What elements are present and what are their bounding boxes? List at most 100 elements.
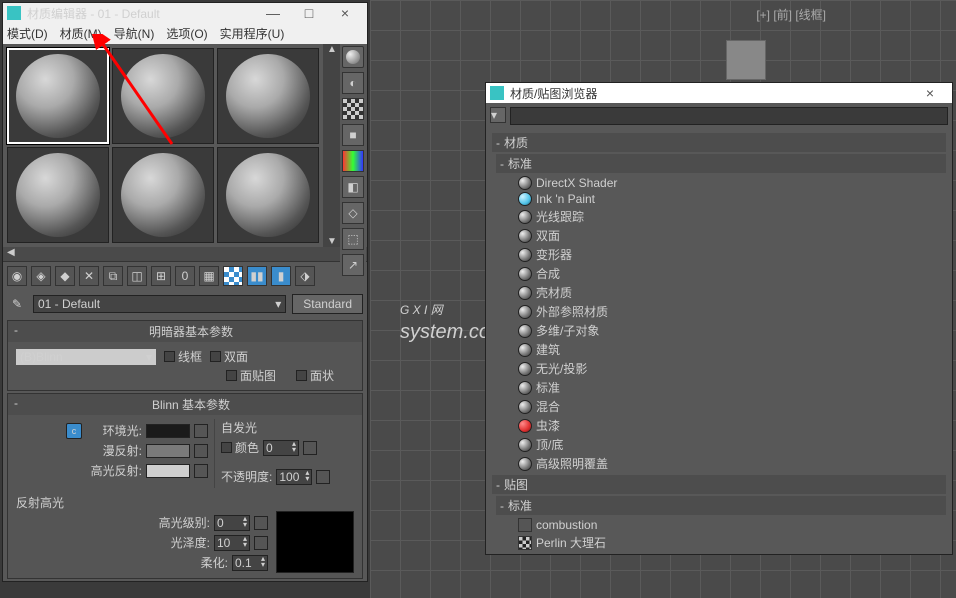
self-illum-spinner[interactable]: 0▴▾ (263, 440, 299, 456)
material-item-inknpaint[interactable]: Ink 'n Paint (500, 191, 946, 207)
soften-spinner[interactable]: 0.1▴▾ (232, 555, 268, 571)
sample-slot-1[interactable] (7, 48, 109, 144)
lock-icon[interactable]: c (66, 423, 82, 439)
sample-scroll-vertical[interactable]: ▲ ▼ (323, 44, 341, 247)
sample-slot-5[interactable] (112, 147, 214, 243)
select-by-material-button[interactable]: ⬚ (342, 228, 364, 250)
menu-options[interactable]: 选项(O) (166, 25, 207, 42)
material-item-advlighting[interactable]: 高级照明覆盖 (500, 454, 946, 473)
scroll-up-icon[interactable]: ▲ (323, 44, 341, 55)
material-item-xref[interactable]: 外部参照材质 (500, 302, 946, 321)
material-item-multisub[interactable]: 多维/子对象 (500, 321, 946, 340)
material-id-button[interactable]: 0 (175, 266, 195, 286)
material-item-architectural[interactable]: 建筑 (500, 340, 946, 359)
go-forward-button[interactable]: ▮ (271, 266, 291, 286)
material-editor-titlebar[interactable]: 材质编辑器 - 01 - Default — □ × (3, 3, 367, 23)
map-item-combustion[interactable]: combustion (500, 517, 946, 533)
material-item-morpher[interactable]: 变形器 (500, 245, 946, 264)
search-input[interactable] (510, 107, 948, 125)
glossiness-map-button[interactable] (254, 536, 268, 550)
specular-level-map-button[interactable] (254, 516, 268, 530)
menu-material[interactable]: 材质(M) (60, 25, 102, 42)
material-name-dropdown[interactable]: 01 - Default ▾ (33, 295, 286, 313)
wireframe-checkbox[interactable]: 线框 (164, 348, 202, 365)
face-map-checkbox[interactable]: 面贴图 (226, 367, 276, 384)
view-cube[interactable] (726, 40, 766, 80)
material-item-matteshadow[interactable]: 无光/投影 (500, 359, 946, 378)
make-unique-button[interactable]: ◫ (127, 266, 147, 286)
rollout-header[interactable]: - Blinn 基本参数 (8, 394, 362, 415)
menu-mode[interactable]: 模式(D) (7, 25, 48, 42)
material-item-shell[interactable]: 壳材质 (500, 283, 946, 302)
faceted-checkbox[interactable]: 面状 (296, 367, 334, 384)
material-item-directx[interactable]: DirectX Shader (500, 175, 946, 191)
two-sided-checkbox[interactable]: 双面 (210, 348, 248, 365)
backlight-button[interactable]: ◐ (342, 72, 364, 94)
standard-materials-header[interactable]: -标准 (496, 154, 946, 173)
sphere-icon (16, 153, 100, 237)
menubar: 模式(D) 材质(M) 导航(N) 选项(O) 实用程序(U) (3, 23, 367, 44)
self-illum-color-checkbox[interactable]: 颜色 (221, 439, 259, 456)
opacity-spinner[interactable]: 100▴▾ (276, 469, 312, 485)
material-item-shellac[interactable]: 虫漆 (500, 416, 946, 435)
specular-level-label: 高光级别: (154, 514, 210, 531)
menu-utilities[interactable]: 实用程序(U) (220, 25, 285, 42)
go-to-parent-button[interactable]: ▮▮ (247, 266, 267, 286)
reset-button[interactable]: ✕ (79, 266, 99, 286)
specular-color-swatch[interactable] (146, 464, 190, 478)
specular-level-spinner[interactable]: 0▴▾ (214, 515, 250, 531)
maximize-button[interactable]: □ (291, 5, 327, 21)
menu-navigation[interactable]: 导航(N) (114, 25, 155, 42)
make-preview-button[interactable]: ◧ (342, 176, 364, 198)
eyedropper-icon[interactable]: ✎ (7, 294, 27, 314)
sample-slot-6[interactable] (217, 147, 319, 243)
self-illum-map-button[interactable] (303, 441, 317, 455)
show-map-button[interactable]: ▦ (199, 266, 219, 286)
sample-uv-button[interactable]: ■ (342, 124, 364, 146)
browser-close-button[interactable]: × (912, 85, 948, 101)
browser-titlebar[interactable]: 材质/贴图浏览器 × (486, 83, 952, 103)
diffuse-map-button[interactable] (194, 444, 208, 458)
ambient-map-button[interactable] (194, 424, 208, 438)
opacity-map-button[interactable] (316, 470, 330, 484)
maps-group-header[interactable]: -贴图 (492, 475, 946, 494)
put-to-library-button[interactable]: ⊞ (151, 266, 171, 286)
standard-maps-header[interactable]: -标准 (496, 496, 946, 515)
put-to-scene-button[interactable]: ◈ (31, 266, 51, 286)
material-item-composite[interactable]: 合成 (500, 264, 946, 283)
specular-map-button[interactable] (194, 464, 208, 478)
search-options-button[interactable]: ▾ (490, 107, 506, 123)
material-item-standard[interactable]: 标准 (500, 378, 946, 397)
background-button[interactable] (342, 98, 364, 120)
material-item-doublesided[interactable]: 双面 (500, 226, 946, 245)
sample-slot-4[interactable] (7, 147, 109, 243)
sample-type-button[interactable] (342, 46, 364, 68)
make-copy-button[interactable]: ⧉ (103, 266, 123, 286)
material-item-raytrace[interactable]: 光线跟踪 (500, 207, 946, 226)
diffuse-color-swatch[interactable] (146, 444, 190, 458)
sample-slot-3[interactable] (217, 48, 319, 144)
material-map-navigator-button[interactable]: ↗ (342, 254, 364, 276)
show-end-result-button[interactable] (223, 266, 243, 286)
close-button[interactable]: × (327, 5, 363, 21)
options-button[interactable]: ◇ (342, 202, 364, 224)
material-type-button[interactable]: Standard (292, 294, 363, 314)
get-material-button[interactable]: ◉ (7, 266, 27, 286)
sample-scroll-horizontal[interactable]: ◀ ▶ (3, 247, 367, 261)
video-color-button[interactable] (342, 150, 364, 172)
assign-button[interactable]: ◆ (55, 266, 75, 286)
material-item-blend[interactable]: 混合 (500, 397, 946, 416)
rollout-header[interactable]: - 明暗器基本参数 (8, 321, 362, 342)
material-item-topbottom[interactable]: 顶/底 (500, 435, 946, 454)
shader-dropdown[interactable]: (B)Blinn▾ (16, 349, 156, 365)
glossiness-spinner[interactable]: 10▴▾ (214, 535, 250, 551)
ambient-color-swatch[interactable] (146, 424, 190, 438)
viewport-label[interactable]: [+] [前] [线框] (756, 6, 826, 23)
sample-slot-2[interactable] (112, 48, 214, 144)
pick-material-button[interactable]: ⬗ (295, 266, 315, 286)
minimize-button[interactable]: — (255, 5, 291, 21)
materials-group-header[interactable]: -材质 (492, 133, 946, 152)
scroll-left-icon[interactable]: ◀ (7, 247, 15, 261)
scroll-down-icon[interactable]: ▼ (323, 236, 341, 247)
map-item-perlin-marble[interactable]: Perlin 大理石 (500, 533, 946, 552)
